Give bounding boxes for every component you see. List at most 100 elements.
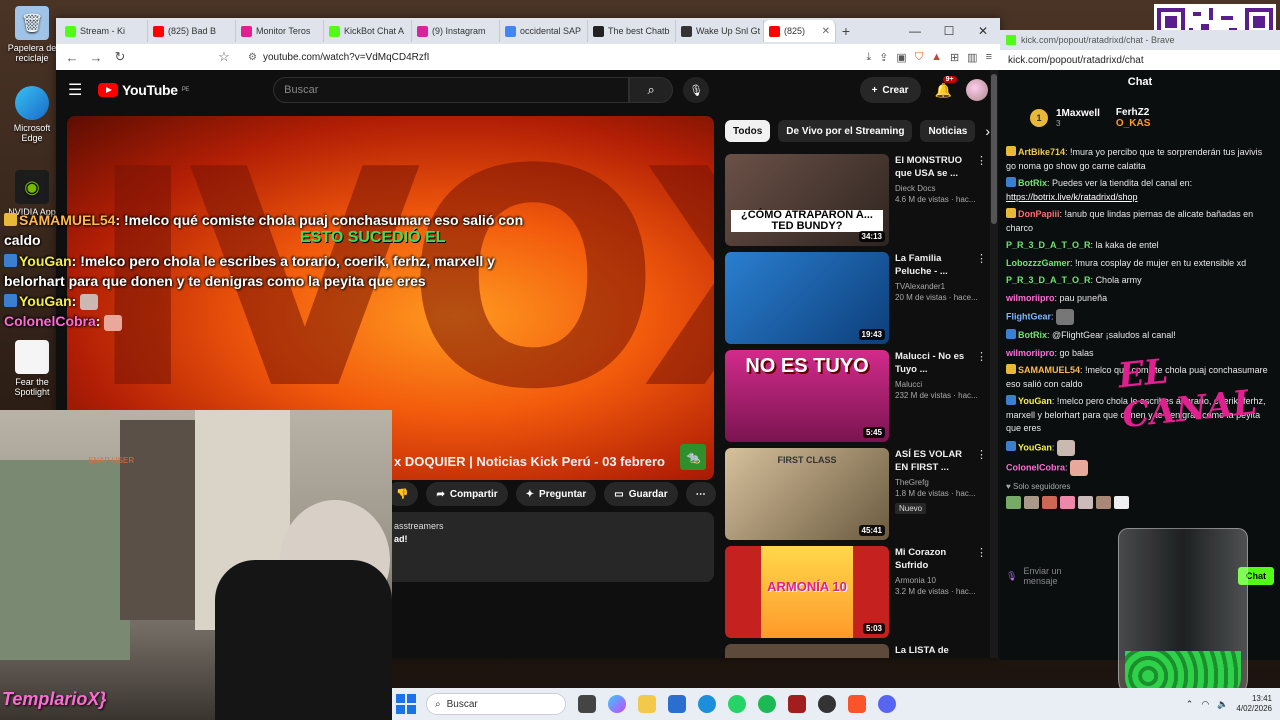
browser-tab-active[interactable]: (825) ✕ — [764, 20, 836, 42]
chat-input[interactable]: Enviar un mensaje — [1023, 566, 1093, 586]
reload-icon[interactable]: ↻ — [112, 49, 128, 65]
task-view-icon[interactable] — [578, 695, 596, 713]
save-button[interactable]: ▭ Guardar — [604, 482, 678, 506]
list-item[interactable]: 19:43 La Familia Peluche - ... TVAlexand… — [725, 252, 987, 350]
rec-title[interactable]: Malucci - No es Tuyo ... — [895, 350, 987, 377]
desktop-icon-edge[interactable]: Microsoft Edge — [4, 86, 60, 143]
site-info-icon[interactable]: ⚙ — [248, 52, 257, 63]
scrollbar-thumb[interactable] — [991, 74, 997, 224]
leader-name[interactable]: 1Maxwell — [1056, 108, 1100, 119]
chip-noticias[interactable]: Noticias — [920, 120, 976, 142]
maximize-button[interactable]: ☐ — [932, 24, 966, 38]
youtube-logo[interactable]: YouTube PE — [98, 82, 189, 98]
browser-tab[interactable]: The best Chatb — [588, 20, 676, 42]
extensions-icon[interactable]: ⊞ — [950, 51, 959, 64]
chat-link[interactable]: https://botrix.live/k/ratadrixd/shop — [1006, 192, 1138, 202]
video-thumbnail[interactable]: FIRST CLASS 45:41 — [725, 448, 889, 540]
chat-username[interactable]: YouGan — [1018, 396, 1052, 406]
rec-channel[interactable]: Dieck Docs — [895, 184, 987, 193]
spotify-icon[interactable] — [758, 695, 776, 713]
file-explorer-icon[interactable] — [638, 695, 656, 713]
leader-name[interactable]: FerhZ2 — [1116, 107, 1150, 118]
desktop-icon-fear-the-spotlight[interactable]: Fear the Spotlight — [4, 340, 60, 397]
browser-tab[interactable]: (825) Bad B — [148, 20, 236, 42]
share-icon[interactable]: ⇪ — [879, 51, 888, 64]
chat-username[interactable]: SAMAMUEL54 — [1018, 365, 1080, 375]
rec-channel[interactable]: TheGrefg — [895, 478, 987, 487]
copilot-icon[interactable] — [608, 695, 626, 713]
chat-username[interactable]: DonPapiii — [1018, 209, 1060, 219]
emote-icon[interactable] — [1024, 495, 1039, 509]
create-button[interactable]: + Crear — [859, 77, 921, 103]
emote-icon[interactable] — [1006, 495, 1021, 509]
browser-tab[interactable]: (9) Instagram — [412, 20, 500, 42]
video-thumbnail[interactable]: ARMONÍA 10 5:03 — [725, 546, 889, 638]
rec-title[interactable]: Mi Corazon Sufrido — [895, 546, 987, 573]
search-button[interactable]: ⌕ — [629, 77, 674, 103]
list-item[interactable]: ARMONÍA 10 5:03 Mi Corazon Sufrido Armon… — [725, 546, 987, 644]
voice-search-button[interactable]: 🎙 — [683, 77, 710, 103]
video-description[interactable]: asstreamers ad! — [384, 512, 714, 582]
menu-icon[interactable]: ≡ — [986, 51, 992, 64]
emote-icon[interactable] — [1060, 495, 1075, 509]
more-vert-icon[interactable]: ⋮ — [976, 154, 987, 167]
emote-icon[interactable] — [1114, 495, 1129, 509]
list-item[interactable]: FIRST CLASS 45:41 ASÍ ES VOLAR EN FIRST … — [725, 448, 987, 546]
bookmark-icon[interactable]: ☆ — [216, 49, 232, 65]
minimize-button[interactable]: — — [898, 24, 932, 38]
video-thumbnail[interactable]: ¿CÓMO ATRAPARON A... TED BUNDY? 34:13 — [725, 154, 889, 246]
back-icon[interactable]: ← — [64, 50, 80, 65]
more-vert-icon[interactable]: ⋮ — [976, 448, 987, 461]
list-item[interactable]: La LISTA de — [725, 644, 987, 658]
more-vert-icon[interactable]: ⋮ — [976, 546, 987, 559]
close-window-button[interactable]: ✕ — [966, 24, 1000, 38]
emote-icon[interactable] — [1042, 495, 1057, 509]
chat-username[interactable]: BotRix — [1018, 178, 1047, 188]
more-vert-icon[interactable]: ⋮ — [976, 252, 987, 265]
start-button[interactable] — [396, 694, 416, 714]
list-item[interactable]: NO ES TUYO 5:45 Malucci - No es Tuyo ...… — [725, 350, 987, 448]
browser-tab[interactable]: Monitor Teros — [236, 20, 324, 42]
wifi-icon[interactable]: ◠ — [1201, 699, 1209, 710]
chat-username[interactable]: LobozzzGamer — [1006, 258, 1070, 268]
rec-title[interactable]: ASÍ ES VOLAR EN FIRST ... — [895, 448, 987, 475]
chat-username[interactable]: FlightGear — [1006, 311, 1051, 321]
browser-tab[interactable]: Wake Up Snl Gt — [676, 20, 764, 42]
whatsapp-icon[interactable] — [728, 695, 746, 713]
emote-icon[interactable] — [1078, 495, 1093, 509]
video-thumbnail[interactable]: NO ES TUYO 5:45 — [725, 350, 889, 442]
rec-channel[interactable]: Malucci — [895, 380, 987, 389]
dota-icon[interactable] — [788, 695, 806, 713]
close-tab-icon[interactable]: ✕ — [822, 26, 830, 37]
kick-address-bar[interactable]: kick.com/popout/ratadrixd/chat — [1000, 50, 1280, 70]
more-actions-button[interactable]: ⋯ — [685, 482, 716, 506]
browser-tab[interactable]: occidental SAP — [500, 20, 588, 42]
sidebar-icon[interactable]: ▥ — [967, 51, 977, 64]
chip-todos[interactable]: Todos — [725, 120, 771, 142]
chat-username[interactable]: ColonelCobra — [1006, 462, 1065, 472]
store-icon[interactable] — [668, 695, 686, 713]
volume-icon[interactable]: 🔈 — [1217, 699, 1228, 710]
chat-username[interactable]: BotRix — [1018, 330, 1047, 340]
more-vert-icon[interactable]: ⋮ — [976, 350, 987, 363]
taskbar-search[interactable]: ⌕ Buscar — [426, 693, 566, 715]
share-button[interactable]: ➦ Compartir — [426, 482, 508, 506]
clock[interactable]: 13:41 4/02/2026 — [1236, 694, 1272, 715]
chat-username[interactable]: P_R_3_D_A_T_O_R — [1006, 275, 1091, 285]
chat-username[interactable]: wilmoriipro — [1006, 293, 1055, 303]
desktop-icon-recycle-bin[interactable]: 🗑 Papelera de reciclaje — [4, 6, 60, 63]
browser-tab[interactable]: KickBot Chat A — [324, 20, 412, 42]
shield-icon[interactable]: ⛉ — [915, 51, 923, 64]
ask-button[interactable]: ✦ Preguntar — [515, 482, 597, 506]
search-input[interactable]: Buscar — [273, 77, 630, 103]
scrollbar[interactable] — [990, 70, 998, 658]
chip-de-vivo[interactable]: De Vivo por el Streaming — [778, 120, 913, 142]
chat-username[interactable]: P_R_3_D_A_T_O_R — [1006, 240, 1091, 250]
brave-icon[interactable] — [848, 695, 866, 713]
avatar[interactable] — [966, 79, 988, 101]
rec-channel[interactable]: TVAlexander1 — [895, 282, 987, 291]
screenshot-icon[interactable]: ▣ — [896, 51, 906, 64]
obs-icon[interactable] — [818, 695, 836, 713]
microphone-icon[interactable]: 🎙 — [1006, 571, 1017, 582]
browser-tab[interactable]: Stream - Ki — [60, 20, 148, 42]
